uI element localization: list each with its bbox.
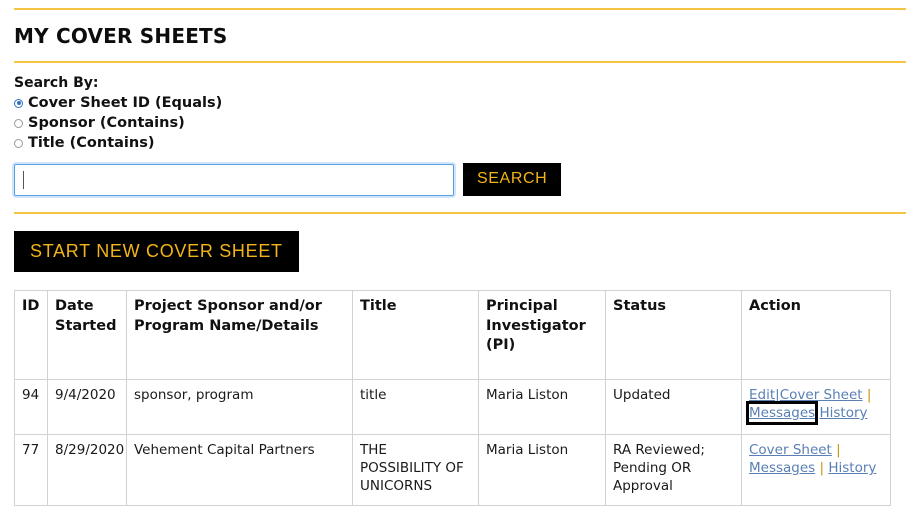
radio-option-title[interactable]: Title (Contains) — [14, 134, 906, 152]
column-header-id: ID — [14, 290, 48, 380]
radio-button-icon[interactable] — [14, 98, 23, 108]
cell-date-started: 9/4/2020 — [47, 379, 127, 435]
cell-title: THE POSSIBILITY OF UNICORNS — [352, 434, 479, 506]
radio-option-sponsor[interactable]: Sponsor (Contains) — [14, 114, 906, 132]
cell-pi: Maria Liston — [478, 434, 606, 506]
messages-link[interactable]: Messages — [749, 405, 815, 421]
action-separator: | — [836, 442, 841, 458]
divider-above-start-button — [14, 212, 906, 214]
table-row: 77 8/29/2020 Vehement Capital Partners T… — [14, 434, 891, 506]
messages-link[interactable]: Messages — [749, 460, 815, 476]
table-header: ID Date Started Project Sponsor and/or P… — [14, 290, 891, 380]
cell-id: 77 — [14, 434, 48, 506]
table-header-row: ID Date Started Project Sponsor and/or P… — [14, 290, 891, 380]
column-header-status: Status — [605, 290, 742, 380]
action-separator: | — [866, 387, 872, 403]
search-row: SEARCH — [14, 163, 906, 196]
cell-pi: Maria Liston — [478, 379, 606, 435]
radio-option-cover-sheet-id[interactable]: Cover Sheet ID (Equals) — [14, 94, 906, 112]
radio-label-sponsor: Sponsor (Contains) — [28, 115, 185, 131]
cell-sponsor: Vehement Capital Partners — [126, 434, 353, 506]
start-new-cover-sheet-button[interactable]: START NEW COVER SHEET — [14, 231, 299, 272]
column-header-date-started: Date Started — [47, 290, 127, 380]
table-row: 94 9/4/2020 sponsor, program title Maria… — [14, 379, 891, 435]
column-header-title: Title — [352, 290, 479, 380]
column-header-pi: Principal Investigator (PI) — [478, 290, 606, 380]
cell-date-started: 8/29/2020 — [47, 434, 127, 506]
history-link[interactable]: History — [820, 405, 868, 421]
divider-top — [14, 8, 906, 10]
table-body: 94 9/4/2020 sponsor, program title Maria… — [14, 379, 891, 506]
column-header-sponsor: Project Sponsor and/or Program Name/Deta… — [126, 290, 353, 380]
cover-sheet-link[interactable]: Cover Sheet — [780, 387, 863, 403]
search-by-label: Search By: — [14, 75, 99, 91]
cell-status: Updated — [605, 379, 742, 435]
cover-sheet-link[interactable]: Cover Sheet — [749, 442, 832, 458]
search-input-wrapper — [14, 163, 454, 196]
radio-button-icon[interactable] — [14, 138, 23, 148]
search-input[interactable] — [14, 163, 454, 196]
cell-status: RA Reviewed; Pending OR Approval — [605, 434, 742, 506]
search-panel: Search By: Cover Sheet ID (Equals) Spons… — [14, 75, 906, 196]
page-container: MY COVER SHEETS Search By: Cover Sheet I… — [0, 8, 920, 506]
radio-button-icon[interactable] — [14, 118, 23, 128]
cell-title: title — [352, 379, 479, 435]
cell-action: Edit|Cover Sheet | Messages History — [741, 379, 891, 435]
cell-sponsor: sponsor, program — [126, 379, 353, 435]
radio-label-cover-sheet-id: Cover Sheet ID (Equals) — [28, 95, 223, 111]
messages-link-focus-ring[interactable]: Messages — [745, 401, 819, 426]
history-link[interactable]: History — [828, 460, 876, 476]
text-cursor-icon — [23, 170, 24, 189]
column-header-action: Action — [741, 290, 891, 380]
page-title: MY COVER SHEETS — [14, 24, 228, 48]
cell-id: 94 — [14, 379, 48, 435]
search-button[interactable]: SEARCH — [463, 163, 562, 196]
radio-label-title: Title (Contains) — [28, 135, 155, 151]
edit-link[interactable]: Edit — [749, 387, 775, 403]
cell-action: Cover Sheet | Messages | History — [741, 434, 891, 506]
divider-under-title — [14, 61, 906, 63]
action-separator: | — [819, 460, 825, 477]
cover-sheets-table: ID Date Started Project Sponsor and/or P… — [14, 290, 891, 506]
